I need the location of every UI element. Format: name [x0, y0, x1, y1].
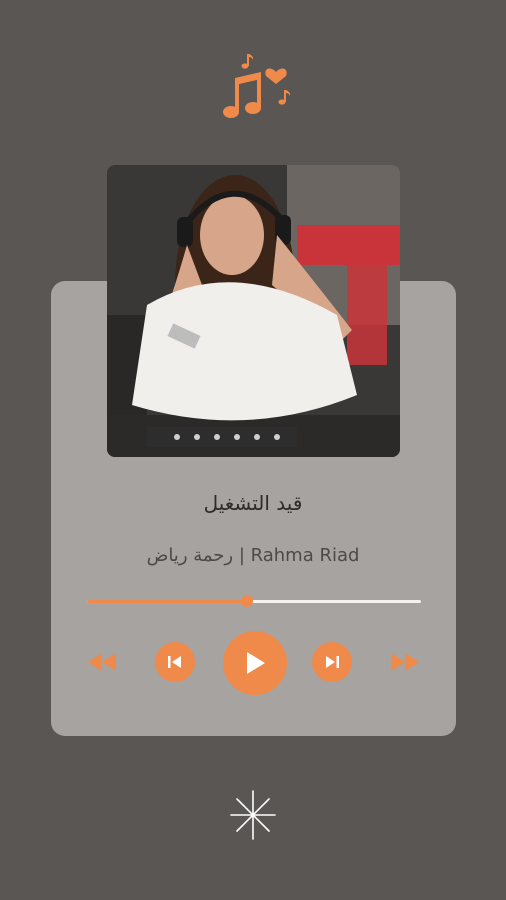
- previous-button[interactable]: [155, 642, 195, 682]
- skip-previous-icon: [168, 656, 181, 668]
- track-artist: رحمة رياض | Rahma Riad: [146, 545, 360, 566]
- progress-bar[interactable]: [87, 595, 421, 607]
- skip-next-icon: [326, 656, 339, 668]
- rewind-button[interactable]: [86, 648, 118, 676]
- play-button[interactable]: [223, 631, 287, 695]
- progress-fill: [87, 600, 248, 603]
- play-icon: [247, 652, 265, 674]
- fast-forward-icon: [391, 653, 419, 671]
- music-notes-heart-icon: [214, 48, 294, 128]
- fast-forward-button[interactable]: [389, 648, 421, 676]
- rewind-icon: [88, 653, 116, 671]
- next-button[interactable]: [312, 642, 352, 682]
- sparkle-icon: [229, 789, 277, 841]
- playback-status: قيد التشغيل: [203, 491, 303, 515]
- album-cover: [107, 165, 400, 457]
